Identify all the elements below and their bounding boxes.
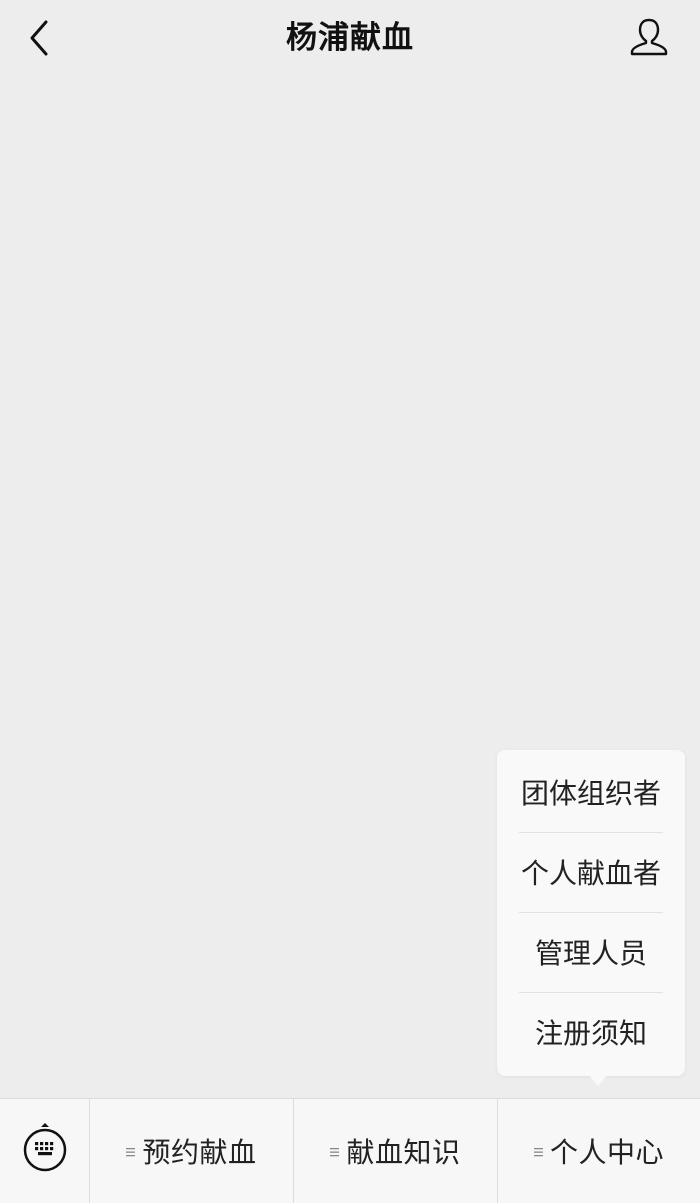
personal-center-submenu: 团体组织者 个人献血者 管理人员 注册须知 (497, 750, 685, 1076)
profile-button[interactable] (628, 16, 670, 58)
submenu-item-group-organizer[interactable]: 团体组织者 (519, 752, 663, 833)
keyboard-toggle-button[interactable] (0, 1099, 90, 1203)
menu-lines-icon (533, 1148, 543, 1157)
submenu-item-individual-donor[interactable]: 个人献血者 (519, 832, 663, 913)
menu-tab-appointment[interactable]: 预约献血 (90, 1099, 294, 1203)
chevron-left-icon (30, 20, 48, 56)
page-title: 杨浦献血 (286, 20, 414, 56)
menu-tab-label: 献血知识 (346, 1136, 461, 1169)
menu-lines-icon (330, 1148, 340, 1157)
menu-tab-knowledge[interactable]: 献血知识 (294, 1099, 498, 1203)
submenu-item-administrator[interactable]: 管理人员 (519, 912, 663, 993)
bottom-menu-bar: 预约献血 献血知识 个人中心 (0, 1098, 700, 1203)
submenu-item-registration-notice[interactable]: 注册须知 (519, 992, 663, 1072)
user-icon (630, 18, 668, 56)
back-button[interactable] (18, 14, 62, 62)
submenu-caret (589, 1075, 607, 1086)
menu-tab-label: 个人中心 (549, 1136, 664, 1169)
keyboard-icon (23, 1123, 67, 1172)
header-bar: 杨浦献血 (0, 0, 700, 78)
menu-tab-label: 预约献血 (142, 1136, 257, 1169)
menu-lines-icon (126, 1148, 136, 1157)
menu-tab-personal-center[interactable]: 个人中心 (498, 1099, 700, 1203)
